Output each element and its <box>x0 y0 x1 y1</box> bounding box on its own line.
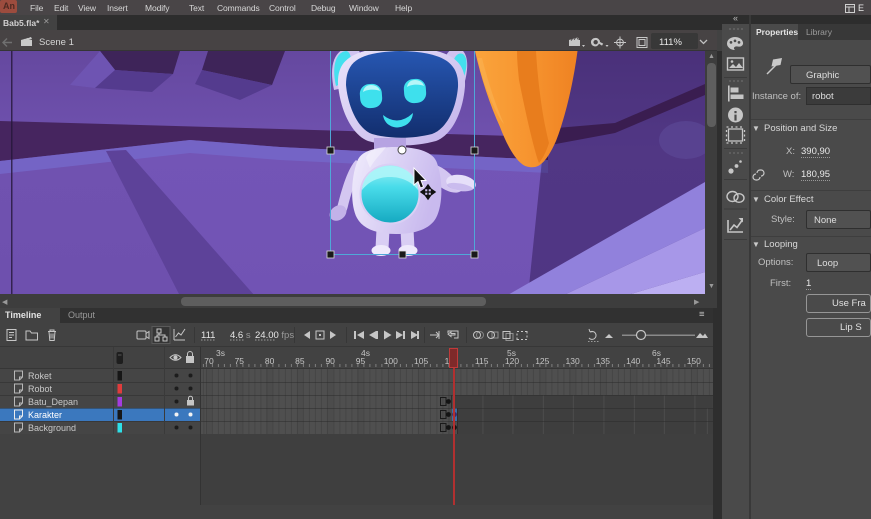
svg-text:111: 111 <box>201 330 215 341</box>
svg-text:4.6 s: 4.6 s <box>230 330 251 341</box>
svg-text:24.00 fps: 24.00 fps <box>255 330 294 341</box>
